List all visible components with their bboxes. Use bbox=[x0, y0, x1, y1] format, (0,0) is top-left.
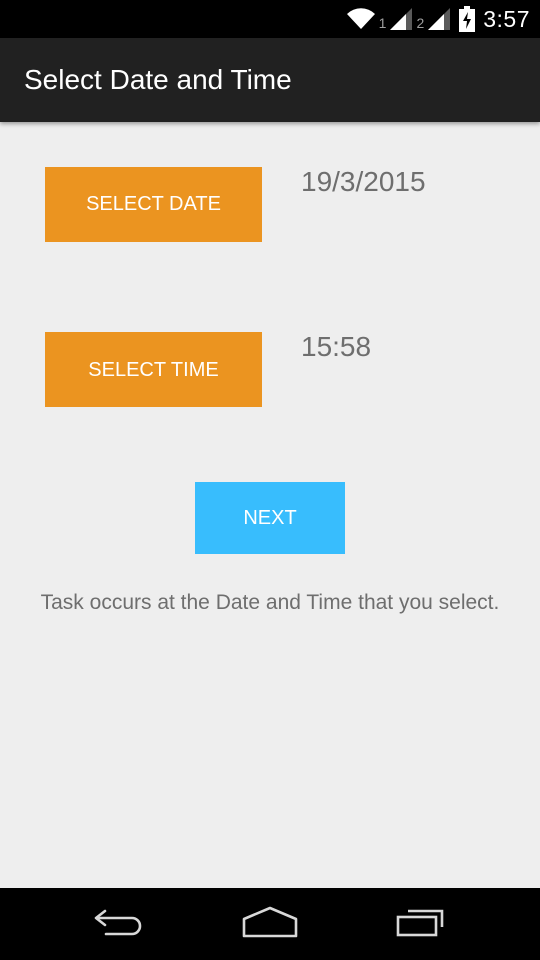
selected-date-value: 19/3/2015 bbox=[301, 166, 426, 197]
home-icon bbox=[240, 905, 300, 944]
recent-apps-button[interactable] bbox=[380, 902, 460, 946]
back-button[interactable] bbox=[80, 902, 160, 946]
back-icon bbox=[92, 907, 148, 942]
wifi-icon bbox=[346, 7, 376, 31]
select-time-button[interactable]: SELECT TIME bbox=[45, 332, 262, 407]
status-icons: 1 2 3:57 bbox=[346, 5, 530, 33]
action-bar: Select Date and Time bbox=[0, 38, 540, 122]
status-clock: 3:57 bbox=[483, 5, 530, 32]
task-caption: Task occurs at the Date and Time that yo… bbox=[40, 591, 500, 614]
signal-icon bbox=[427, 7, 451, 31]
battery-charging-icon bbox=[459, 6, 476, 32]
status-bar: 1 2 3:57 bbox=[0, 0, 540, 38]
home-button[interactable] bbox=[230, 902, 310, 946]
navigation-bar bbox=[0, 888, 540, 960]
page-title: Select Date and Time bbox=[24, 64, 292, 95]
selected-time-value: 15:58 bbox=[301, 331, 372, 362]
select-date-button[interactable]: SELECT DATE bbox=[45, 167, 262, 242]
sim1-label: 1 bbox=[378, 15, 387, 31]
sim2-label: 2 bbox=[416, 15, 425, 31]
next-button[interactable]: NEXT bbox=[195, 482, 345, 554]
signal-icon bbox=[389, 7, 413, 31]
recent-apps-icon bbox=[392, 906, 448, 943]
